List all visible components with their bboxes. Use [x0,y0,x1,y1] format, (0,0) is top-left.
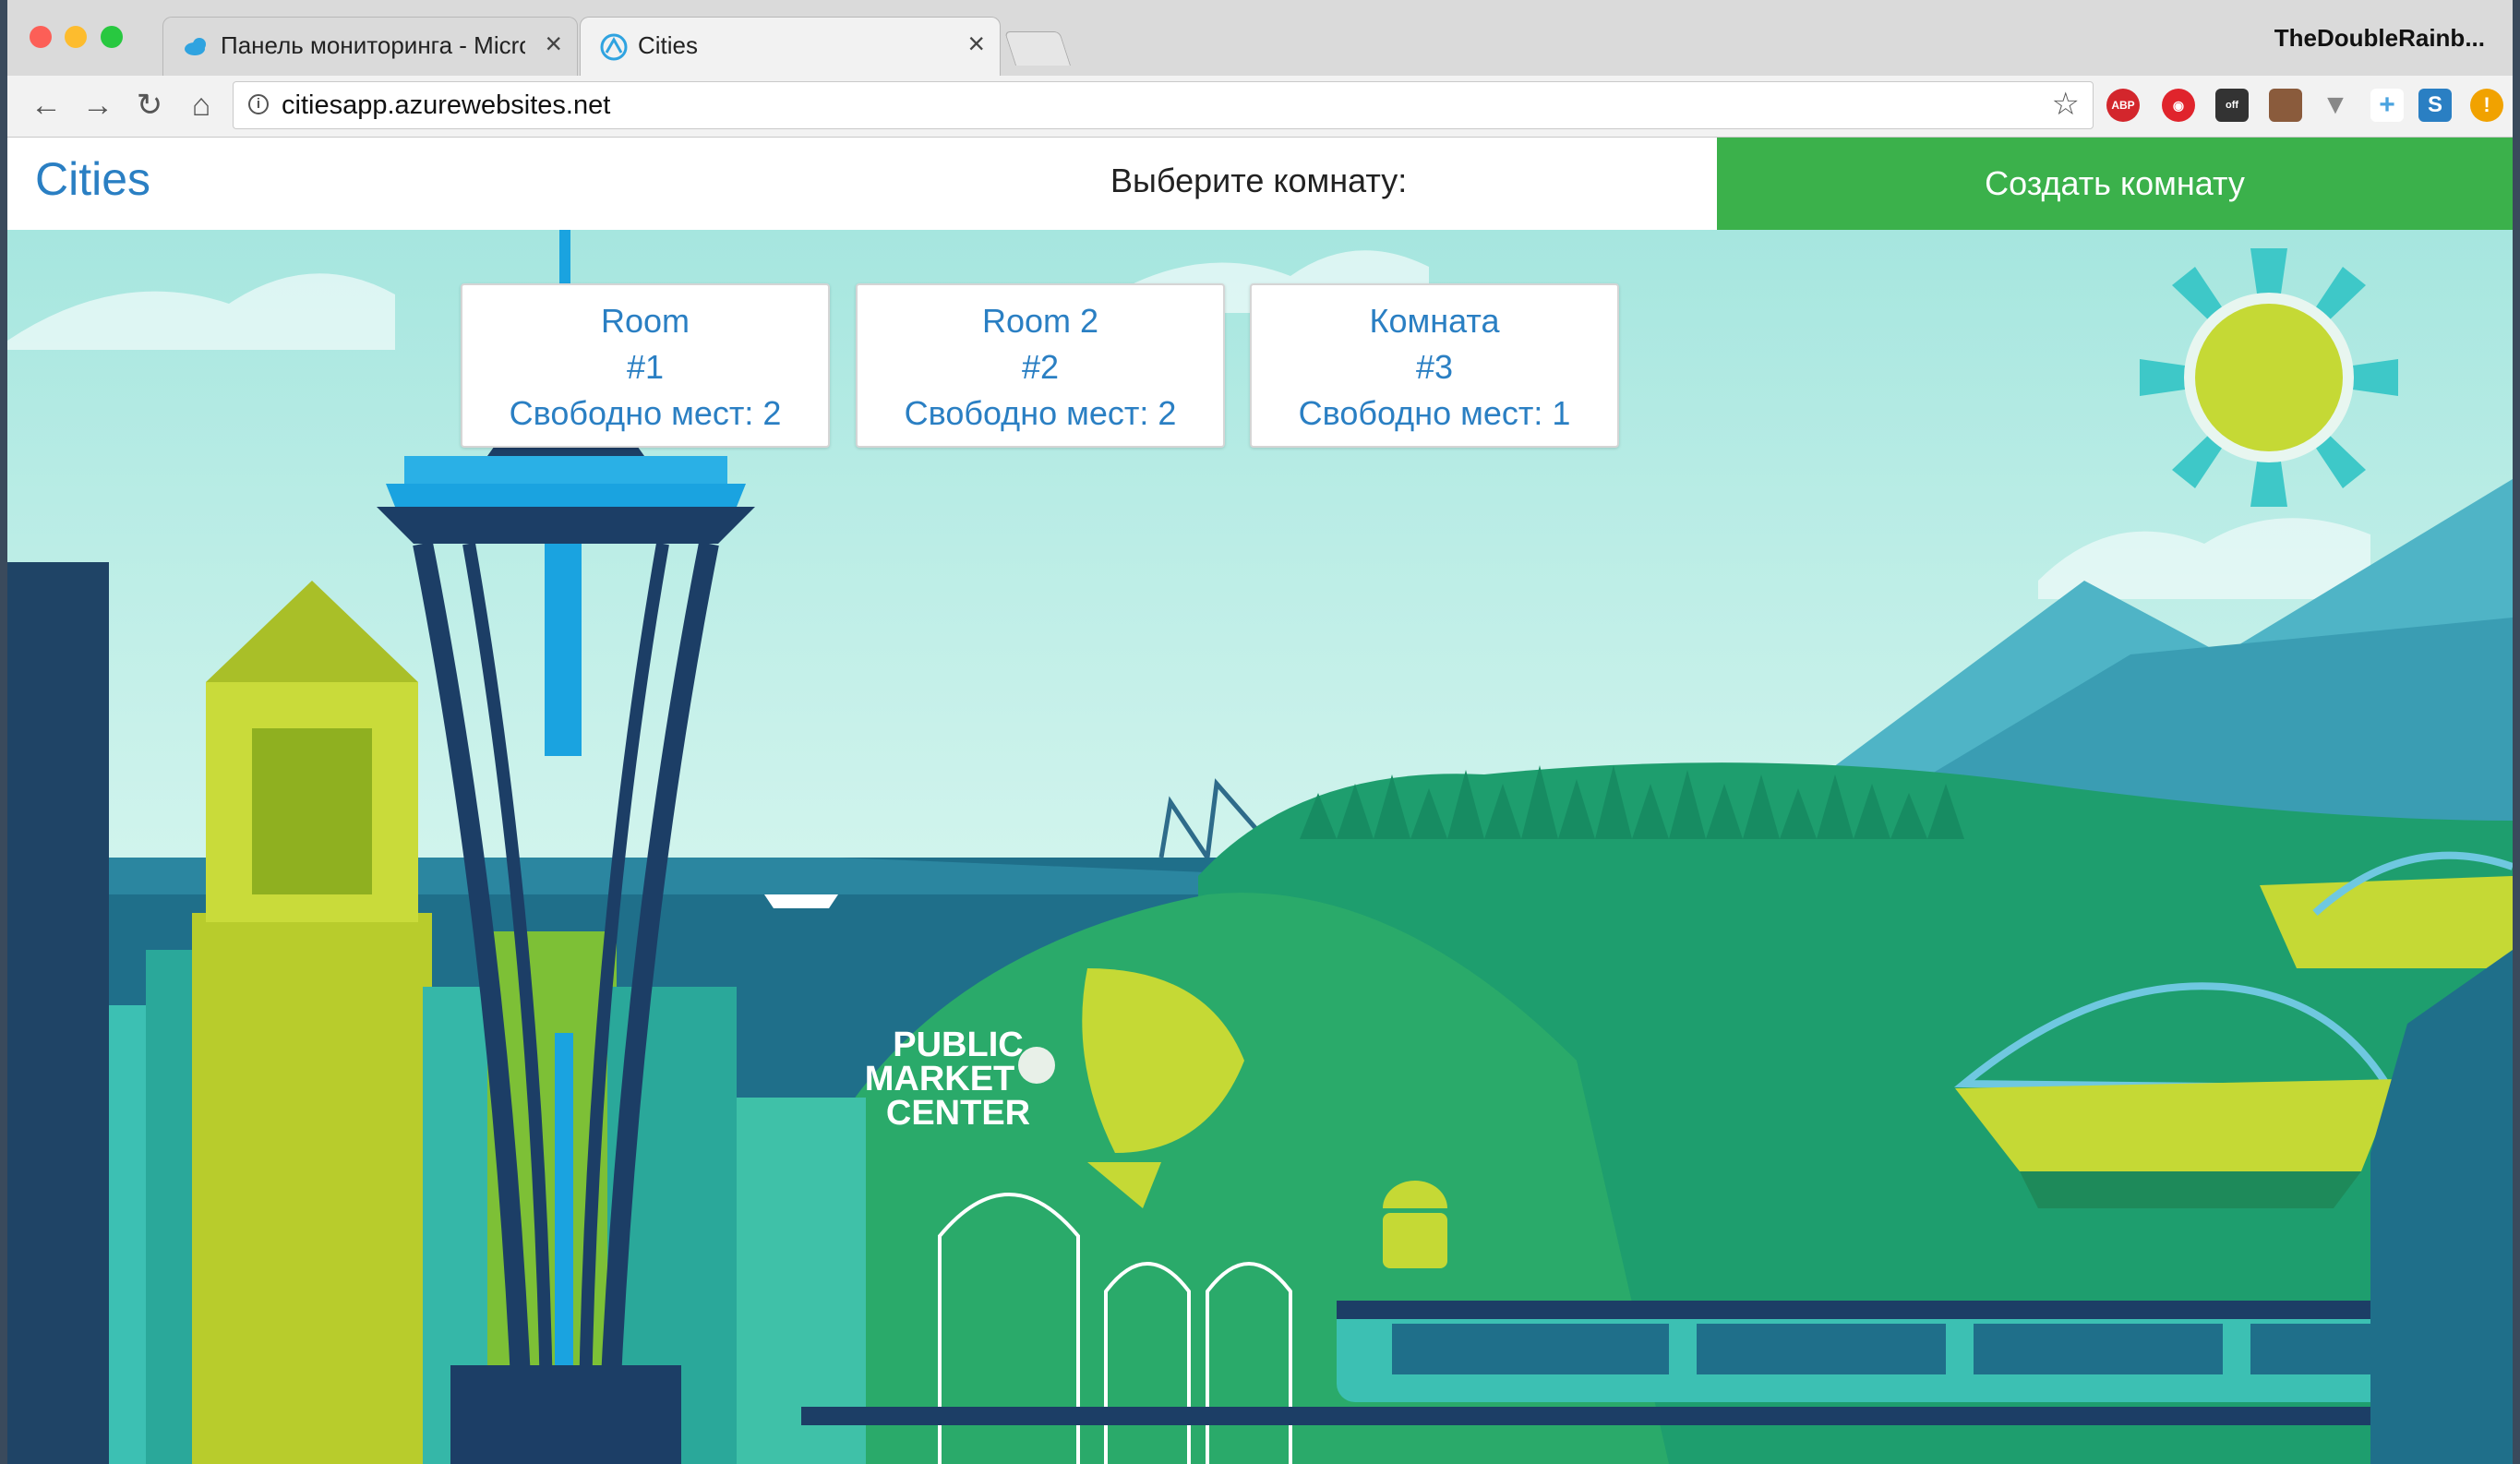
market-sign-line-3: CENTER [886,1094,1030,1133]
new-tab-button[interactable] [1003,31,1072,66]
room-number: #2 [1021,348,1060,386]
reload-icon[interactable]: ↻ [129,85,170,126]
seattle-illustration: PUBLIC MARKET CENTER Room #1 Свободно ме… [7,230,2513,1464]
add-extension-icon[interactable]: + [2370,89,2404,122]
create-room-button[interactable]: Создать комнату [1717,138,2513,230]
room-name: Room 2 [981,302,1099,340]
s-extension-icon[interactable]: S [2418,89,2452,122]
market-sign-line-1: PUBLIC [893,1026,1023,1064]
browser-window: Панель мониторинга - Micros × Cities × T… [7,0,2513,1464]
tab-title: Панель мониторинга - Micros [221,31,525,59]
window-minimize-button[interactable] [65,26,87,48]
room-name: Room [600,302,690,340]
room-card-1[interactable]: Room #1 Свободно мест: 2 [461,283,830,448]
room-name: Комната [1369,302,1500,340]
page-content: Cities Выберите комнату: Создать комнату [7,138,2513,1464]
market-sign-line-2: MARKET [865,1060,1015,1098]
cities-app-icon [600,33,628,61]
extension-off-icon[interactable]: off [2215,89,2249,122]
bookmark-star-icon[interactable]: ☆ [2052,86,2080,123]
back-arrow-icon[interactable]: ← [26,85,66,126]
opera-extension-icon[interactable]: ◉ [2162,89,2195,122]
profile-name[interactable]: TheDoubleRainb... [2274,24,2485,53]
tab-title: Cities [638,31,699,59]
browser-toolbar: ← → ↻ ⌂ i citiesapp.azurewebsites.net ☆ … [7,76,2513,138]
window-close-button[interactable] [30,26,52,48]
room-card-2[interactable]: Room 2 #2 Свободно мест: 2 [856,283,1225,448]
room-card-3[interactable]: Комната #3 Свободно мест: 1 [1250,283,1619,448]
room-free-seats: Свободно мест: 2 [509,394,782,432]
brand-logo[interactable]: Cities [35,152,150,206]
room-number: #1 [626,348,665,386]
forward-arrow-icon[interactable]: → [78,85,118,126]
choose-room-label: Выберите комнату: [1110,162,1408,199]
tab-azure-dashboard[interactable]: Панель мониторинга - Micros × [162,17,578,76]
window-maximize-button[interactable] [101,26,123,48]
room-number: #3 [1415,348,1454,386]
android-icon [1383,1181,1447,1268]
avatar-extension-icon[interactable] [2269,89,2302,122]
room-free-seats: Свободно мест: 1 [1298,394,1571,432]
tab-close-icon[interactable]: × [545,27,562,61]
room-free-seats: Свободно мест: 2 [904,394,1177,432]
vimium-icon[interactable]: ▼ [2319,89,2352,122]
address-bar[interactable]: i citiesapp.azurewebsites.net ☆ [233,81,2094,129]
tab-close-icon[interactable]: × [967,27,985,61]
url-text[interactable]: citiesapp.azurewebsites.net [282,90,610,121]
sun-icon [2140,248,2398,507]
warning-extension-icon[interactable]: ! [2470,89,2503,122]
tab-strip: Панель мониторинга - Micros × Cities × T… [7,0,2513,77]
info-icon[interactable]: i [248,94,269,114]
tab-cities[interactable]: Cities × [580,17,1001,76]
home-icon[interactable]: ⌂ [181,85,222,126]
adblock-plus-icon[interactable]: ABP [2106,89,2140,122]
azure-cloud-icon [185,38,206,55]
app-navbar: Cities Выберите комнату: Создать комнату [7,138,2513,231]
